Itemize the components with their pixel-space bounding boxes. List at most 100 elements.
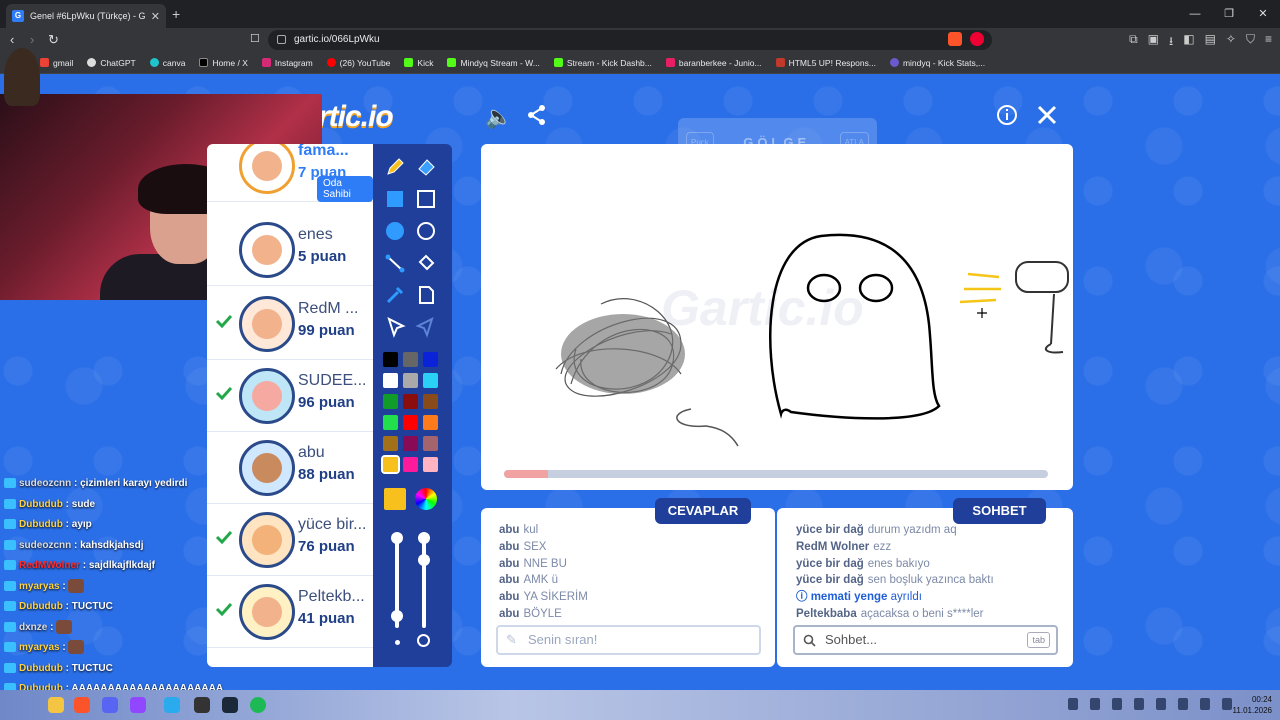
slider-knob[interactable] — [418, 554, 430, 566]
brave-icon[interactable] — [74, 697, 90, 713]
stream-chat-user[interactable]: myaryas — [19, 642, 60, 653]
restore-icon[interactable]: ❐ — [1212, 0, 1246, 28]
opacity-slider[interactable] — [422, 538, 426, 628]
stream-chat-user[interactable]: sudeozcnn — [19, 540, 71, 551]
discord-icon[interactable] — [102, 697, 118, 713]
answer-input[interactable]: ✎ Senin sıran! — [496, 625, 761, 655]
bookmark-item[interactable]: mindyq - Kick Stats,... — [889, 58, 985, 68]
telegram-icon[interactable] — [164, 697, 180, 713]
download-icon[interactable]: ⭳ — [1169, 32, 1173, 53]
wallet-icon[interactable]: ▤ — [1205, 32, 1216, 53]
slider-knob[interactable] — [391, 610, 403, 622]
stream-chat-user[interactable]: myaryas — [19, 581, 60, 592]
clock[interactable]: 00:24 11.01.2026 — [1233, 694, 1272, 716]
color-swatch-black[interactable] — [383, 352, 398, 367]
ai-icon[interactable]: ✧ — [1226, 32, 1236, 53]
close-tab-icon[interactable]: ✕ — [151, 10, 160, 23]
share-icon[interactable] — [526, 104, 548, 132]
new-tab-button[interactable]: + — [172, 6, 180, 22]
bookmark-item[interactable]: Stream - Kick Dashb... — [553, 58, 652, 68]
filled-rectangle-icon[interactable] — [384, 188, 406, 210]
filled-circle-icon[interactable] — [384, 220, 406, 242]
bookmark-icon[interactable]: ☐ — [250, 32, 260, 45]
stream-chat-user[interactable]: sudeozcnn — [19, 478, 71, 489]
brave-shield-icon[interactable] — [948, 32, 962, 46]
brave-rewards-icon[interactable] — [970, 32, 984, 46]
spotify-icon[interactable] — [250, 697, 266, 713]
color-swatch-rose[interactable] — [423, 436, 438, 451]
eyedropper-icon[interactable] — [384, 284, 406, 306]
tray-icon[interactable] — [1156, 698, 1166, 710]
color-swatch-brown[interactable] — [423, 394, 438, 409]
color-swatch-lightpink[interactable] — [423, 457, 438, 472]
tray-icon[interactable] — [1134, 698, 1144, 710]
file-explorer-icon[interactable] — [48, 697, 64, 713]
color-swatch-silver[interactable] — [403, 373, 418, 388]
color-swatch-yellow-selected[interactable] — [381, 455, 400, 474]
stream-chat-user[interactable]: Dubudub — [19, 601, 63, 612]
bookmark-item[interactable]: HTML5 UP! Respons... — [775, 58, 876, 68]
forward-icon[interactable]: › — [30, 32, 34, 47]
player-row[interactable]: enes 5 puan — [207, 214, 373, 286]
bookmark-item[interactable]: Mindyq Stream - W... — [447, 58, 540, 68]
steam-icon[interactable] — [222, 697, 238, 713]
twitch-icon[interactable] — [130, 697, 146, 713]
redo-icon[interactable] — [415, 316, 437, 338]
site-info-icon[interactable] — [277, 35, 286, 44]
bookmark-item[interactable]: Instagram — [261, 58, 313, 68]
color-swatch-pink[interactable] — [403, 457, 418, 472]
stream-chat-user[interactable]: dxnze — [19, 622, 47, 633]
drawing-canvas[interactable]: Gartic.io — [481, 144, 1073, 490]
reload-icon[interactable]: ↻ — [48, 32, 59, 48]
vpn-icon[interactable]: ⛉ — [1246, 32, 1255, 53]
bookmark-item[interactable]: canva — [149, 58, 185, 68]
tray-icon[interactable] — [1178, 698, 1188, 710]
sound-icon[interactable]: 🔈 — [485, 104, 512, 130]
color-swatch-orange[interactable] — [423, 415, 438, 430]
color-swatch-green[interactable] — [383, 394, 398, 409]
color-swatch-ochre[interactable] — [383, 436, 398, 451]
player-row[interactable]: RedM ... 99 puan — [207, 288, 373, 360]
browser-tab[interactable]: G Genel #6LpWku (Türkçe) - Gartic ✕ — [6, 4, 166, 28]
tray-icon[interactable] — [1112, 698, 1122, 710]
player-row[interactable]: fama... 7 puan Oda Sahibi — [207, 144, 373, 202]
player-row[interactable]: SUDEE... 96 puan — [207, 360, 373, 432]
tray-icon[interactable] — [1068, 698, 1078, 710]
color-picker-icon[interactable] — [415, 488, 437, 510]
close-window-icon[interactable]: ✕ — [1246, 0, 1280, 28]
slider-knob[interactable] — [391, 532, 403, 544]
back-icon[interactable]: ‹ — [10, 32, 14, 47]
info-icon[interactable] — [996, 104, 1018, 132]
color-swatch-white[interactable] — [383, 373, 398, 388]
color-swatch-gray[interactable] — [403, 352, 418, 367]
color-swatch-lime[interactable] — [383, 415, 398, 430]
stream-chat-user[interactable]: Dubudub — [19, 663, 63, 674]
sidebar-icon[interactable]: ▣ — [1148, 32, 1159, 53]
undo-icon[interactable] — [384, 316, 406, 338]
bookmark-item[interactable]: Kick — [404, 58, 433, 68]
line-icon[interactable] — [384, 252, 406, 274]
stream-chat-user[interactable]: Dubudub — [19, 499, 63, 510]
color-swatch-purple[interactable] — [403, 436, 418, 451]
color-swatch-red[interactable] — [403, 415, 418, 430]
tray-icon[interactable] — [1222, 698, 1232, 710]
stream-chat-user[interactable]: RedMWolner — [19, 560, 80, 571]
rectangle-icon[interactable] — [415, 188, 437, 210]
stream-chat-user[interactable]: Dubudub — [19, 519, 63, 530]
pencil-icon[interactable] — [384, 156, 406, 178]
color-swatch-cyan[interactable] — [423, 373, 438, 388]
split-view-icon[interactable]: ◧ — [1183, 32, 1194, 53]
menu-icon[interactable]: ≡ — [1265, 32, 1272, 53]
url-input[interactable]: gartic.io/066LpWku — [268, 30, 992, 50]
color-swatch-blue[interactable] — [423, 352, 438, 367]
obs-icon[interactable] — [194, 697, 210, 713]
tray-icon[interactable] — [1200, 698, 1210, 710]
extensions-icon[interactable]: ⧉ — [1129, 32, 1138, 53]
chat-input[interactable]: Sohbet... tab — [793, 625, 1058, 655]
bookmark-item[interactable]: gmail — [40, 58, 73, 68]
page-icon[interactable] — [415, 284, 437, 306]
circle-icon[interactable] — [415, 220, 437, 242]
bookmark-item[interactable]: ChatGPT — [87, 58, 136, 68]
color-swatch-darkred[interactable] — [403, 394, 418, 409]
tray-icon[interactable] — [1090, 698, 1100, 710]
